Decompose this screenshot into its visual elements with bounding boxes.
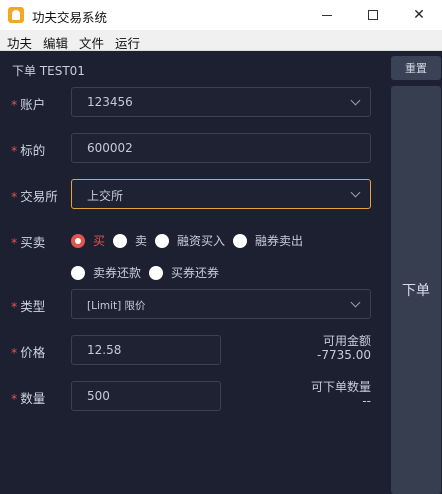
radio-short-sell[interactable]: 融券卖出 (233, 232, 303, 249)
maximize-icon (368, 10, 378, 20)
radio-sell[interactable]: 卖 (113, 232, 147, 249)
radio-buy-return[interactable]: 买券还券 (149, 264, 219, 281)
chevron-down-icon (350, 95, 361, 106)
account-label: * 账户 (11, 97, 46, 112)
available-funds-label: 可用金额 (322, 334, 371, 348)
required-mark: * (11, 345, 18, 360)
submit-order-button[interactable]: 下单 (391, 86, 441, 494)
required-mark: * (11, 391, 18, 406)
side-label: * 买卖 (11, 235, 46, 250)
quantity-value: 500 (87, 389, 110, 403)
quantity-label: * 数量 (11, 391, 46, 406)
max-quantity-info: 可下单数量 -- (311, 380, 371, 408)
max-quantity-value: -- (362, 394, 371, 408)
price-label: * 价格 (11, 345, 46, 360)
window-titlebar: 功夫交易系统 ✕ (0, 0, 442, 30)
available-funds-info: 可用金额 -7735.00 (317, 334, 371, 362)
instrument-value: 600002 (87, 141, 133, 155)
radio-margin-buy[interactable]: 融资买入 (155, 232, 225, 249)
maximize-button[interactable] (350, 0, 396, 30)
instrument-label: * 标的 (11, 143, 46, 158)
menu-bar: 功夫 编辑 文件 运行 (0, 30, 442, 51)
panel-title: 下单 TEST01 (12, 64, 85, 78)
required-mark: * (11, 299, 18, 314)
menu-item-gongfu[interactable]: 功夫 (7, 33, 32, 52)
exchange-label: * 交易所 (11, 189, 58, 204)
account-select[interactable]: 123456 (71, 87, 371, 117)
radio-unchecked-icon (71, 265, 85, 280)
minimize-icon (322, 14, 332, 16)
order-type-label: * 类型 (11, 299, 46, 314)
required-mark: * (11, 97, 18, 112)
price-value: 12.58 (87, 343, 122, 357)
max-quantity-label: 可下单数量 (310, 380, 371, 394)
radio-unchecked-icon (233, 233, 247, 248)
radio-unchecked-icon (149, 265, 163, 280)
menu-item-edit[interactable]: 编辑 (43, 33, 68, 52)
account-value: 123456 (87, 95, 133, 109)
exchange-select[interactable]: 上交所 (71, 179, 371, 209)
exchange-value: 上交所 (87, 189, 124, 203)
radio-unchecked-icon (113, 233, 127, 248)
available-funds-value: -7735.00 (317, 348, 371, 362)
reset-button[interactable]: 重置 (391, 56, 441, 80)
radio-unchecked-icon (155, 233, 169, 248)
chevron-down-icon (350, 297, 361, 308)
price-input[interactable]: 12.58 (71, 335, 221, 365)
menu-item-file[interactable]: 文件 (79, 33, 104, 52)
menu-item-run[interactable]: 运行 (115, 33, 140, 52)
instrument-input[interactable]: 600002 (71, 133, 371, 163)
required-mark: * (11, 143, 18, 158)
order-type-select[interactable]: [Limit] 限价 (71, 289, 371, 319)
app-logo-icon (8, 7, 24, 23)
minimize-button[interactable] (304, 0, 350, 30)
chevron-down-icon (350, 187, 361, 198)
radio-buy[interactable]: 买 (71, 232, 105, 249)
quantity-input[interactable]: 500 (71, 381, 221, 411)
radio-checked-icon (71, 233, 85, 248)
required-mark: * (11, 235, 18, 250)
radio-sell-repay[interactable]: 卖券还款 (71, 264, 141, 281)
required-mark: * (11, 189, 18, 204)
close-button[interactable]: ✕ (396, 0, 442, 30)
window-title: 功夫交易系统 (32, 10, 108, 25)
order-type-value: [Limit] 限价 (87, 300, 146, 312)
